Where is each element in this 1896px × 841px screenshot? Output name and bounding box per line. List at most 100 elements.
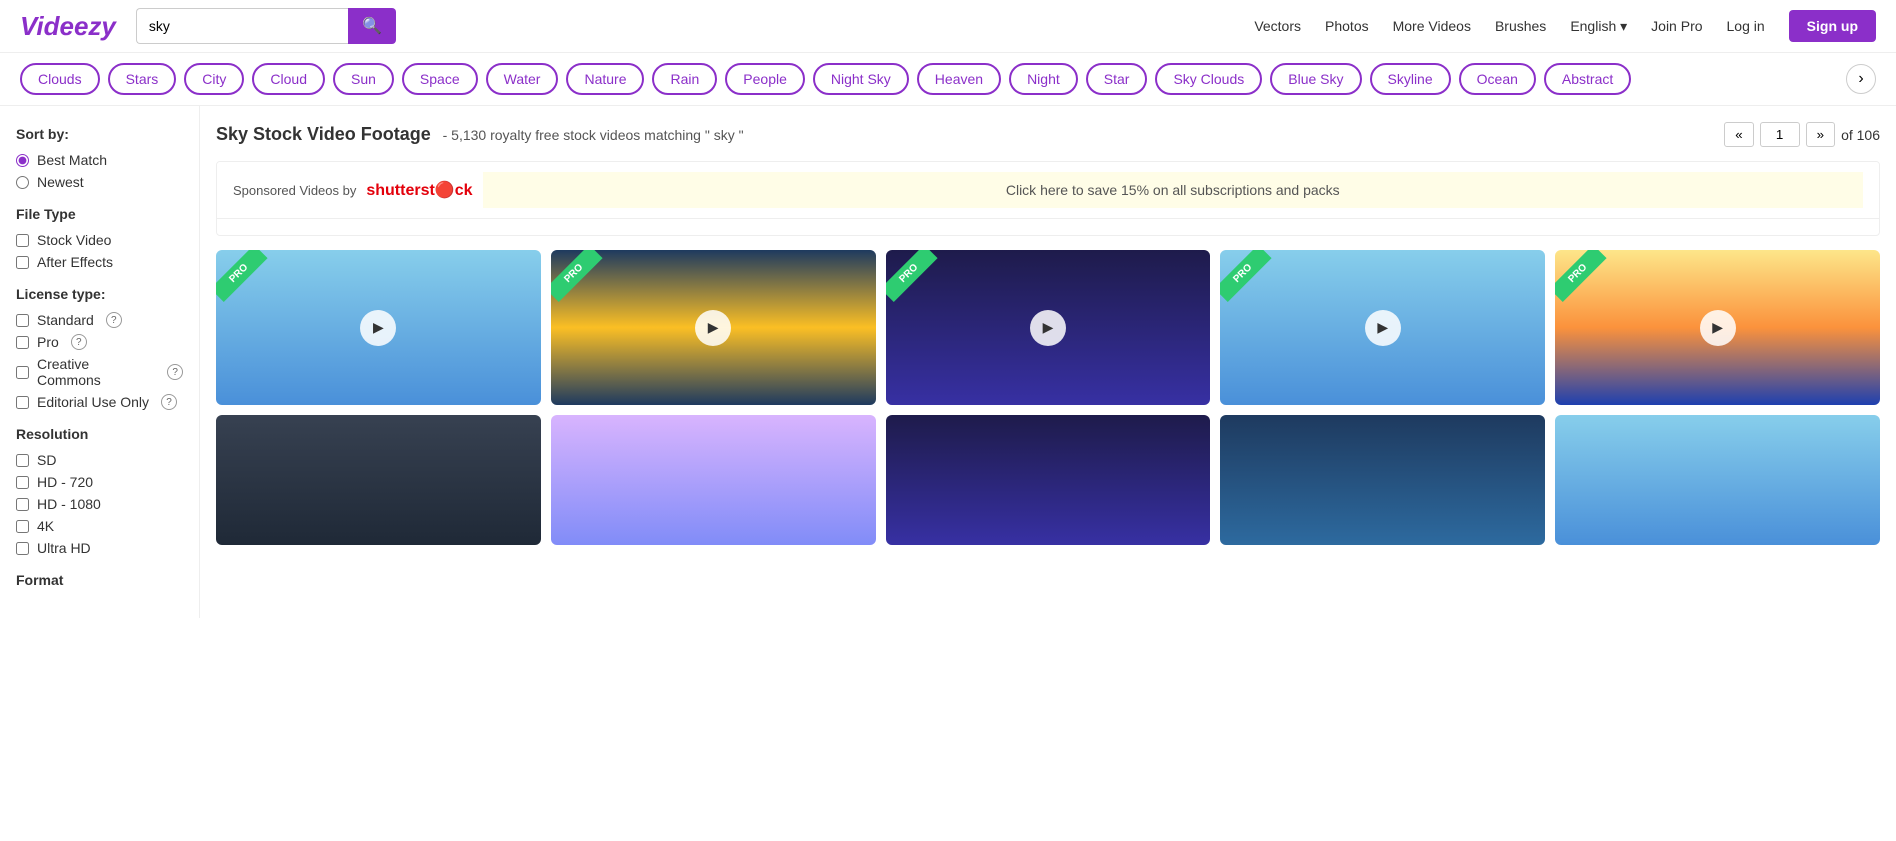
main-video-4[interactable]: ▶ (1220, 250, 1545, 405)
total-pages: of 106 (1841, 127, 1880, 143)
bottom-video-4[interactable] (1220, 415, 1545, 545)
photos-link[interactable]: Photos (1325, 18, 1369, 34)
pro-badge-1 (216, 250, 286, 320)
brushes-link[interactable]: Brushes (1495, 18, 1546, 34)
tag-sun[interactable]: Sun (333, 63, 394, 95)
bottom-video-2[interactable] (551, 415, 876, 545)
pro-badge-2 (551, 250, 621, 320)
bottom-video-3[interactable] (886, 415, 1211, 545)
sign-up-button[interactable]: Sign up (1789, 10, 1876, 42)
header: Videezy 🔍 Vectors Photos More Videos Bru… (0, 0, 1896, 53)
result-count: - 5,130 royalty free stock videos matchi… (443, 127, 744, 143)
page-input[interactable] (1760, 122, 1800, 147)
search-bar: 🔍 (136, 8, 396, 44)
main-play-2[interactable]: ▶ (695, 310, 731, 346)
res-hd720[interactable]: HD - 720 (16, 474, 183, 490)
prev-page-button[interactable]: « (1724, 122, 1753, 147)
main-play-4[interactable]: ▶ (1365, 310, 1401, 346)
main-play-1[interactable]: ▶ (360, 310, 396, 346)
tag-star[interactable]: Star (1086, 63, 1148, 95)
license-type-label: License type: (16, 286, 183, 302)
logo: Videezy (20, 11, 116, 42)
nav-links: Vectors Photos More Videos Brushes Engli… (1254, 10, 1876, 42)
main-video-1[interactable]: ▶ (216, 250, 541, 405)
search-button[interactable]: 🔍 (348, 8, 396, 44)
license-editorial[interactable]: Editorial Use Only ? (16, 394, 183, 410)
license-pro[interactable]: Pro ? (16, 334, 183, 350)
content-header: Sky Stock Video Footage - 5,130 royalty … (216, 122, 1880, 147)
log-in-link[interactable]: Log in (1727, 18, 1765, 34)
tag-space[interactable]: Space (402, 63, 478, 95)
license-options: Standard ? Pro ? Creative Commons ? Edit… (16, 312, 183, 410)
resolution-options: SD HD - 720 HD - 1080 4K Ultra HD (16, 452, 183, 556)
tag-water[interactable]: Water (486, 63, 559, 95)
tag-abstract[interactable]: Abstract (1544, 63, 1631, 95)
file-type-after-effects[interactable]: After Effects (16, 254, 183, 270)
pro-help-icon[interactable]: ? (71, 334, 87, 350)
format-label: Format (16, 572, 183, 588)
resolution-label: Resolution (16, 426, 183, 442)
sort-options: Best Match Newest (16, 152, 183, 190)
file-type-options: Stock Video After Effects (16, 232, 183, 270)
tag-cloud[interactable]: Cloud (252, 63, 325, 95)
res-4k[interactable]: 4K (16, 518, 183, 534)
sponsored-header: Sponsored Videos by shutterst🔴ck Click h… (217, 162, 1879, 219)
join-pro-link[interactable]: Join Pro (1651, 18, 1702, 34)
promo-banner[interactable]: Click here to save 15% on all subscripti… (483, 172, 1863, 208)
pro-badge-3 (886, 250, 956, 320)
res-ultra-hd[interactable]: Ultra HD (16, 540, 183, 556)
res-sd[interactable]: SD (16, 452, 183, 468)
search-input[interactable] (136, 8, 348, 44)
shutterstock-logo: shutterst🔴ck (366, 180, 472, 200)
file-type-label: File Type (16, 206, 183, 222)
results-title-block: Sky Stock Video Footage - 5,130 royalty … (216, 124, 744, 145)
pagination: « » of 106 (1724, 122, 1880, 147)
tag-sky-clouds[interactable]: Sky Clouds (1155, 63, 1262, 95)
main-play-3[interactable]: ▶ (1030, 310, 1066, 346)
main-video-3[interactable]: ▶ (886, 250, 1211, 405)
tag-nature[interactable]: Nature (566, 63, 644, 95)
sponsored-grid-row1: ▶ ▶ ▶ ▶ ▶ ▶ ▶ (217, 219, 1879, 227)
tag-ocean[interactable]: Ocean (1459, 63, 1536, 95)
tag-night[interactable]: Night (1009, 63, 1078, 95)
bottom-video-1[interactable] (216, 415, 541, 545)
pro-badge-5 (1555, 250, 1625, 320)
sponsored-grid-row2: ▶ ▶ ▶ ▶ ▶ ▶ ▶ (217, 227, 1879, 235)
main-play-5[interactable]: ▶ (1700, 310, 1736, 346)
sort-best-match[interactable]: Best Match (16, 152, 183, 168)
tag-city[interactable]: City (184, 63, 244, 95)
main-video-2[interactable]: ▶ (551, 250, 876, 405)
tag-rain[interactable]: Rain (652, 63, 717, 95)
language-selector[interactable]: English ▾ (1570, 18, 1627, 35)
sponsored-text: Sponsored Videos by (233, 183, 356, 198)
main-video-grid: ▶ ▶ ▶ ▶ ▶ (216, 250, 1880, 405)
tags-next-arrow[interactable]: › (1846, 64, 1876, 94)
results-title: Sky Stock Video Footage (216, 124, 431, 144)
standard-help-icon[interactable]: ? (106, 312, 122, 328)
tag-heaven[interactable]: Heaven (917, 63, 1001, 95)
editorial-help-icon[interactable]: ? (161, 394, 177, 410)
next-page-button[interactable]: » (1806, 122, 1835, 147)
tag-stars[interactable]: Stars (108, 63, 177, 95)
sort-label: Sort by: (16, 126, 183, 142)
pro-badge-4 (1220, 250, 1290, 320)
file-type-stock-video[interactable]: Stock Video (16, 232, 183, 248)
tag-clouds[interactable]: Clouds (20, 63, 100, 95)
main-video-5[interactable]: ▶ (1555, 250, 1880, 405)
license-creative-commons[interactable]: Creative Commons ? (16, 356, 183, 388)
tag-people[interactable]: People (725, 63, 805, 95)
bottom-video-5[interactable] (1555, 415, 1880, 545)
tag-night-sky[interactable]: Night Sky (813, 63, 909, 95)
tag-blue-sky[interactable]: Blue Sky (1270, 63, 1361, 95)
bottom-video-grid (216, 415, 1880, 545)
res-hd1080[interactable]: HD - 1080 (16, 496, 183, 512)
vectors-link[interactable]: Vectors (1254, 18, 1301, 34)
tag-skyline[interactable]: Skyline (1370, 63, 1451, 95)
more-videos-link[interactable]: More Videos (1393, 18, 1471, 34)
license-standard[interactable]: Standard ? (16, 312, 183, 328)
sort-newest[interactable]: Newest (16, 174, 183, 190)
sidebar: Sort by: Best Match Newest File Type Sto… (0, 106, 200, 618)
tags-row: Clouds Stars City Cloud Sun Space Water … (0, 53, 1896, 106)
cc-help-icon[interactable]: ? (167, 364, 183, 380)
main-container: Sort by: Best Match Newest File Type Sto… (0, 106, 1896, 618)
